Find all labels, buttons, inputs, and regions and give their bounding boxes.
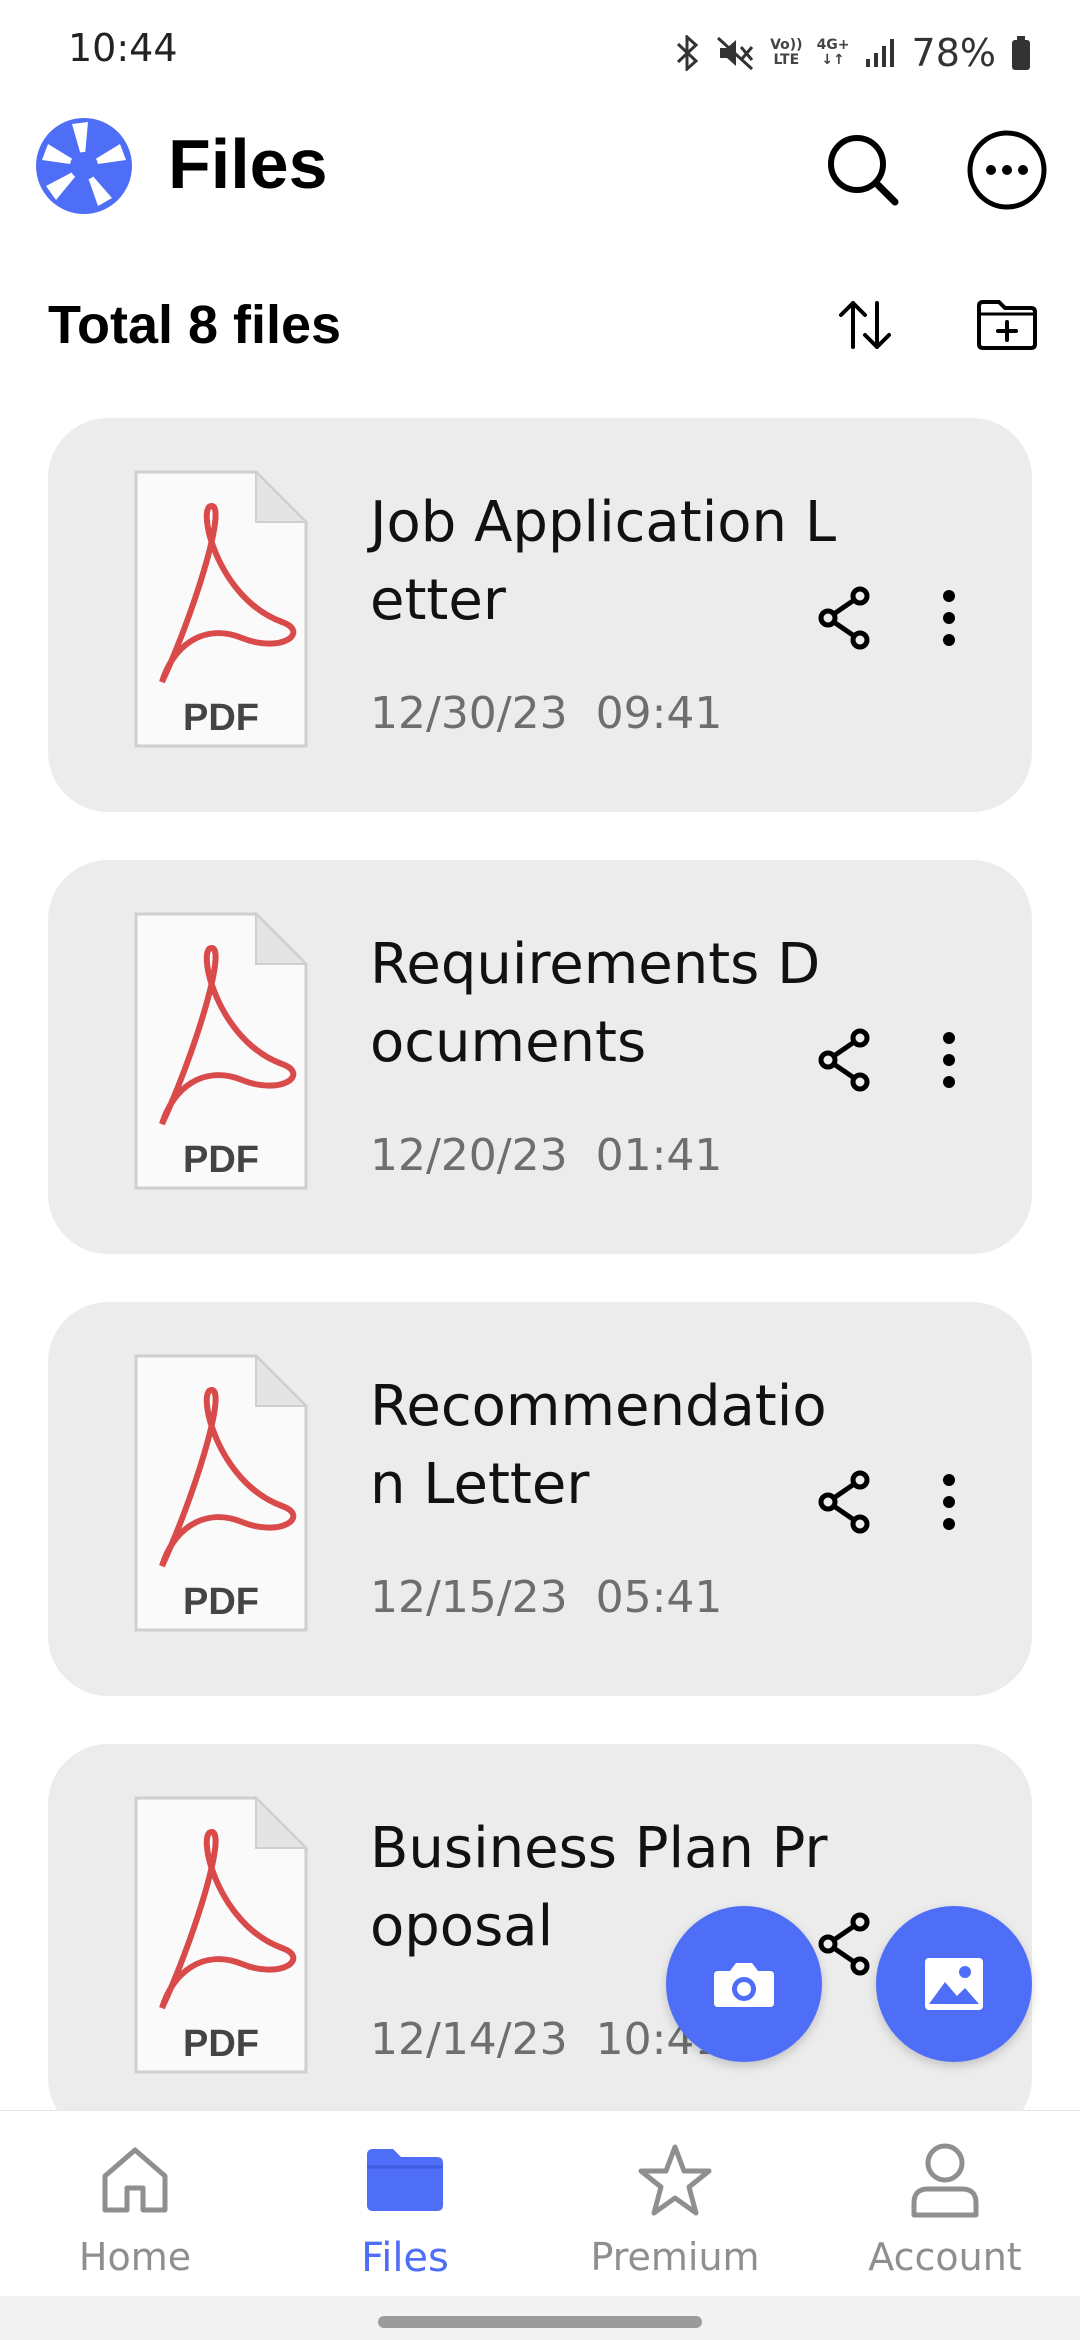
file-date: 12/20/23 01:41: [370, 1130, 723, 1181]
nav-item-home[interactable]: Home: [0, 2111, 270, 2297]
camera-fab-button[interactable]: [666, 1906, 822, 2062]
file-date: 12/30/23 09:41: [370, 688, 723, 739]
more-vertical-icon: [943, 1474, 955, 1530]
share-icon: [818, 1028, 870, 1092]
share-button[interactable]: [804, 1462, 884, 1542]
nav-item-premium[interactable]: Premium: [540, 2111, 810, 2297]
home-icon: [102, 2147, 168, 2213]
file-list: PDF Job Application Letter 12/30/23 09:4…: [0, 0, 1080, 2110]
pdf-type-label: PDF: [183, 1581, 259, 1623]
gesture-handle[interactable]: [378, 2316, 702, 2328]
share-button[interactable]: [804, 578, 884, 658]
file-date: 12/15/23 05:41: [370, 1572, 723, 1623]
share-icon: [818, 586, 870, 650]
gallery-fab-button[interactable]: [876, 1906, 1032, 2062]
nav-item-account[interactable]: Account: [810, 2111, 1080, 2297]
more-vertical-icon: [943, 590, 955, 646]
folder-icon: [367, 2149, 443, 2211]
system-gesture-bar: [0, 2296, 1080, 2340]
pdf-file-icon: PDF: [132, 468, 310, 750]
file-card[interactable]: PDF Recommendation Letter 12/15/23 05:41: [48, 1302, 1032, 1696]
file-name: Requirements Documents: [370, 932, 821, 1075]
file-date: 12/14/23 10:41: [370, 2014, 723, 2065]
share-icon: [818, 1912, 870, 1976]
pdf-file-icon: PDF: [132, 1352, 310, 1634]
nav-label: Premium: [590, 2235, 760, 2279]
account-icon: [911, 2143, 979, 2218]
share-icon: [818, 1470, 870, 1534]
pdf-type-label: PDF: [183, 697, 259, 739]
pdf-type-label: PDF: [183, 2023, 259, 2065]
file-card[interactable]: PDF Job Application Letter 12/30/23 09:4…: [48, 418, 1032, 812]
share-button[interactable]: [804, 1020, 884, 1100]
nav-label: Account: [868, 2235, 1022, 2279]
file-more-button[interactable]: [914, 1462, 984, 1542]
camera-icon: [714, 1963, 774, 2007]
pdf-type-label: PDF: [183, 1139, 259, 1181]
file-card[interactable]: PDF Business Plan Proposal 12/14/23 10:4…: [48, 1744, 1032, 2110]
nav-item-files[interactable]: Files: [270, 2111, 540, 2297]
bottom-navigation: Home Files Premium Account: [0, 2110, 1080, 2297]
star-icon: [638, 2144, 712, 2216]
file-name: Recommendation Letter: [370, 1374, 827, 1517]
nav-label: Files: [361, 2235, 449, 2281]
file-card[interactable]: PDF Requirements Documents 12/20/23 01:4…: [48, 860, 1032, 1254]
nav-label: Home: [78, 2235, 192, 2279]
file-name: Job Application Letter: [370, 490, 837, 633]
file-more-button[interactable]: [914, 578, 984, 658]
more-vertical-icon: [943, 1032, 955, 1088]
pdf-file-icon: PDF: [132, 910, 310, 1192]
gallery-icon: [925, 1958, 983, 2010]
file-more-button[interactable]: [914, 1020, 984, 1100]
pdf-file-icon: PDF: [132, 1794, 310, 2076]
